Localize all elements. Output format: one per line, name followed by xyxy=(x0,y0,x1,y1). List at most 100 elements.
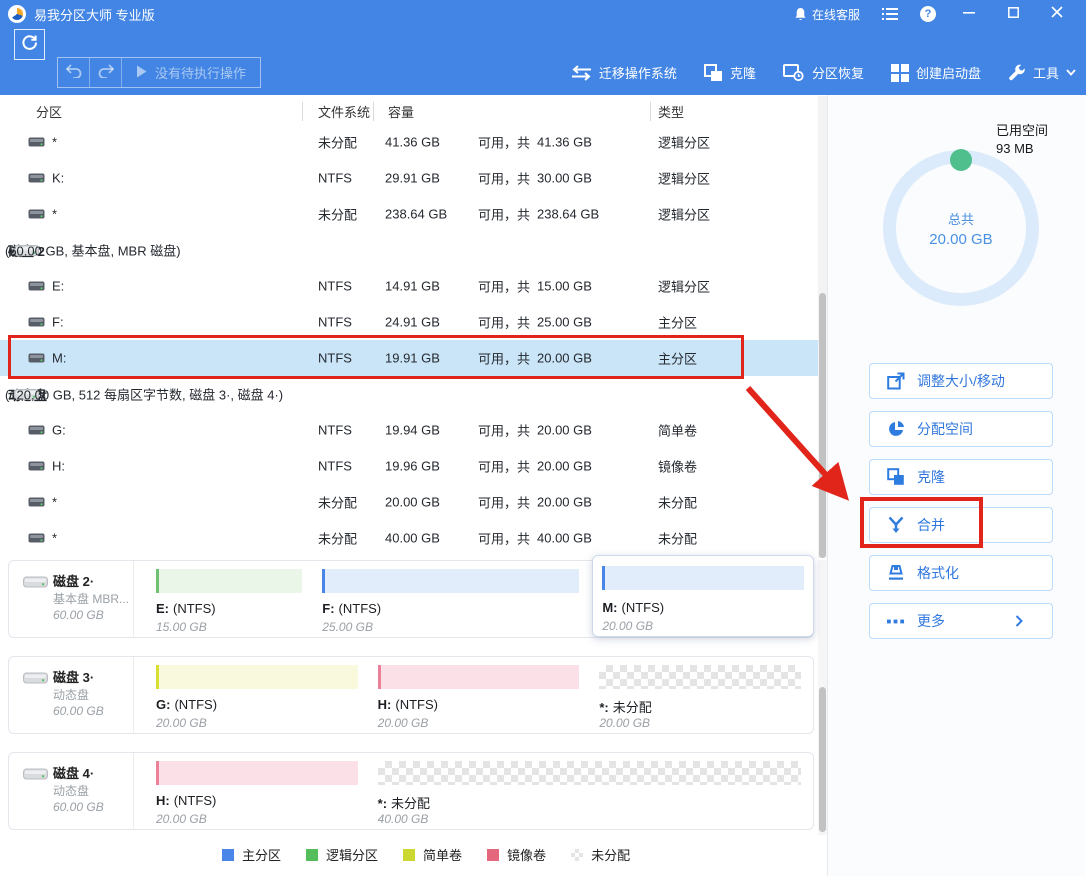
partition-drive-letter: *: xyxy=(599,700,608,715)
toolbar-partition-recovery[interactable]: 分区恢复 xyxy=(783,63,864,82)
partition-row[interactable]: *未分配20.00 GB可用，共20.00 GB未分配 xyxy=(0,484,818,520)
partition-row[interactable]: F:NTFS24.91 GB可用，共25.00 GB主分区 xyxy=(0,304,818,340)
toolbar-create-bootable[interactable]: 创建启动盘 xyxy=(891,63,981,82)
action-button-allocate-space[interactable]: 分配空间 xyxy=(869,411,1053,447)
toolbar-migrate-os-label: 迁移操作系统 xyxy=(599,63,677,82)
partition-bar[interactable] xyxy=(322,569,579,593)
legend-label: 逻辑分区 xyxy=(326,845,378,864)
disk-map-partition[interactable]: E:(NTFS)15.00 GB xyxy=(149,561,315,637)
disk-map-partition[interactable]: H:(NTFS)20.00 GB xyxy=(149,753,371,829)
partition-row[interactable]: E:NTFS14.91 GB可用，共15.00 GB逻辑分区 xyxy=(0,268,818,304)
partition-master-window: 易我分区大师 专业版 在线客服 ? 没有待执行操作 迁移操作系统克隆分区恢复创 xyxy=(0,0,1086,876)
drive-icon xyxy=(28,209,45,220)
legend-label: 镜像卷 xyxy=(507,845,546,864)
partition-bar[interactable] xyxy=(156,665,358,689)
redo-button[interactable] xyxy=(90,58,122,87)
disk-map-partition[interactable]: *:未分配40.00 GB xyxy=(371,753,814,829)
legend-label: 简单卷 xyxy=(423,845,462,864)
partition-bar[interactable] xyxy=(156,569,302,593)
redo-icon xyxy=(97,63,115,83)
disk-map-partition[interactable]: F:(NTFS) 25.00 GB xyxy=(315,561,592,637)
disk-group-row[interactable]: 动态盘(120.00 GB, 512 每扇区字节数, 磁盘 3·, 磁盘 4·) xyxy=(0,376,818,412)
partition-row[interactable]: G:NTFS19.94 GB可用，共20.00 GB简单卷 xyxy=(0,412,818,448)
capacity-separator: 可用，共 xyxy=(478,349,530,368)
partition-bar[interactable] xyxy=(602,566,804,590)
action-button-resize-move[interactable]: 调整大小/移动 xyxy=(869,363,1053,399)
disk-map-size: 60.00 GB xyxy=(53,800,104,814)
toolbar-tools[interactable]: 工具 xyxy=(1008,63,1076,82)
toolbar-clone[interactable]: 克隆 xyxy=(704,63,756,82)
total-capacity-cell: 15.00 GB xyxy=(537,279,592,294)
partition-fs-label: (NTFS) xyxy=(622,600,665,615)
titlebar: 易我分区大师 专业版 在线客服 ? xyxy=(0,0,1086,28)
partition-row[interactable]: H:NTFS19.96 GB可用，共20.00 GB镜像卷 xyxy=(0,448,818,484)
partition-drive-letter: *: xyxy=(378,796,387,811)
action-button-format[interactable]: 格式化 xyxy=(869,555,1053,591)
chevron-down-icon xyxy=(1066,69,1076,76)
legend-swatch xyxy=(306,849,318,861)
menu-list-button[interactable] xyxy=(882,8,898,20)
diskmap-scrollbar-thumb[interactable] xyxy=(819,687,826,832)
filesystem-cell: NTFS xyxy=(318,423,352,438)
disk-map-partition[interactable]: *:未分配20.00 GB xyxy=(592,657,814,733)
disk-map-partition[interactable]: H:(NTFS)20.00 GB xyxy=(371,657,593,733)
disk-map-partition[interactable]: M:(NTFS)20.00 GB xyxy=(592,555,814,637)
type-cell: 未分配 xyxy=(658,529,697,548)
play-icon xyxy=(136,65,147,81)
minimize-button[interactable] xyxy=(958,0,980,28)
close-button[interactable] xyxy=(1046,0,1068,28)
legend-item: 主分区 xyxy=(222,845,281,864)
partition-row[interactable]: *未分配238.64 GB可用，共238.64 GB逻辑分区 xyxy=(0,196,818,232)
capacity-separator: 可用，共 xyxy=(478,277,530,296)
header-divider xyxy=(650,102,651,121)
partition-size-label: 25.00 GB xyxy=(322,620,373,634)
disk-map-partition[interactable]: G:(NTFS)20.00 GB xyxy=(149,657,371,733)
total-capacity-cell: 20.00 GB xyxy=(537,351,592,366)
drive-icon xyxy=(28,353,45,364)
capacity-separator: 可用，共 xyxy=(478,205,530,224)
partition-bar[interactable] xyxy=(378,761,801,785)
column-partition: 分区 xyxy=(36,102,62,121)
partition-fs-label: (NTFS) xyxy=(339,601,382,616)
execute-pending-button[interactable]: 没有待执行操作 xyxy=(122,63,260,82)
partition-bar[interactable] xyxy=(599,665,801,689)
disk-map-size: 60.00 GB xyxy=(53,704,104,718)
total-capacity-cell: 238.64 GB xyxy=(537,207,599,222)
clone-frames-icon xyxy=(704,64,723,82)
table-scrollbar-thumb[interactable] xyxy=(819,293,826,558)
partition-size-label: 15.00 GB xyxy=(156,620,207,634)
drive-icon xyxy=(28,317,45,328)
filesystem-cell: NTFS xyxy=(318,315,352,330)
help-button[interactable]: ? xyxy=(920,6,936,22)
undo-button[interactable] xyxy=(58,58,90,87)
toolbar-partition-recovery-label: 分区恢复 xyxy=(812,63,864,82)
type-cell: 主分区 xyxy=(658,313,697,332)
disk-map-info: 磁盘 2·基本盘 MBR...60.00 GB xyxy=(9,561,134,637)
filesystem-cell: 未分配 xyxy=(318,205,357,224)
partition-row[interactable]: *未分配40.00 GB可用，共40.00 GB未分配 xyxy=(0,520,818,556)
partition-row[interactable]: M:NTFS19.91 GB可用，共20.00 GB主分区 xyxy=(0,340,818,376)
action-button-more[interactable]: 更多 xyxy=(869,603,1053,639)
partition-row[interactable]: *未分配41.36 GB可用，共41.36 GB逻辑分区 xyxy=(0,124,818,160)
partition-bar[interactable] xyxy=(156,761,358,785)
refresh-button[interactable] xyxy=(14,29,45,60)
maximize-button[interactable] xyxy=(1002,0,1024,28)
action-button-merge[interactable]: 合并 xyxy=(869,507,1053,543)
format-icon xyxy=(887,564,905,582)
legend-swatch xyxy=(487,849,499,861)
drive-icon xyxy=(28,497,45,508)
disk-group-info: (120.00 GB, 512 每扇区字节数, 磁盘 3·, 磁盘 4·) xyxy=(5,385,283,404)
disk-map-card: 磁盘 3·动态盘60.00 GBG:(NTFS)20.00 GBH:(NTFS)… xyxy=(8,656,814,734)
type-cell: 镜像卷 xyxy=(658,457,697,476)
partition-bar[interactable] xyxy=(378,665,580,689)
type-cell: 逻辑分区 xyxy=(658,133,710,152)
toolbar-migrate-os[interactable]: 迁移操作系统 xyxy=(571,63,677,82)
partition-fs-label: 未分配 xyxy=(613,700,652,715)
more-icon xyxy=(887,612,905,630)
partition-label: G:(NTFS) xyxy=(156,697,217,712)
disk-group-row[interactable]: 磁盘 2(60.00 GB, 基本盘, MBR 磁盘) xyxy=(0,232,818,268)
online-service-button[interactable]: 在线客服 xyxy=(794,6,860,23)
partition-label: F:(NTFS) xyxy=(322,601,381,616)
action-button-clone[interactable]: 克隆 xyxy=(869,459,1053,495)
partition-row[interactable]: K:NTFS29.91 GB可用，共30.00 GB逻辑分区 xyxy=(0,160,818,196)
